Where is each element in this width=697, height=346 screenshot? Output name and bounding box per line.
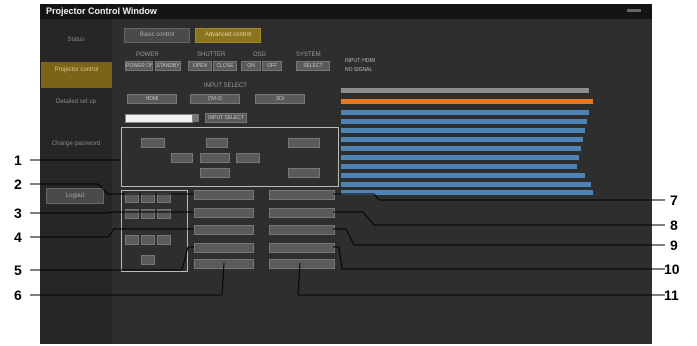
callout-7: 7 bbox=[670, 192, 678, 208]
callout-10: 10 bbox=[664, 261, 680, 277]
callout-9: 9 bbox=[670, 237, 678, 253]
callout-2: 2 bbox=[14, 176, 22, 192]
callout-3: 3 bbox=[14, 205, 22, 221]
callout-4: 4 bbox=[14, 229, 22, 245]
callout-6: 6 bbox=[14, 287, 22, 303]
callout-11: 11 bbox=[664, 287, 679, 303]
callout-1: 1 bbox=[14, 152, 22, 168]
callout-5: 5 bbox=[14, 262, 22, 278]
callout-8: 8 bbox=[670, 217, 678, 233]
callout-leader-lines bbox=[30, 159, 665, 296]
